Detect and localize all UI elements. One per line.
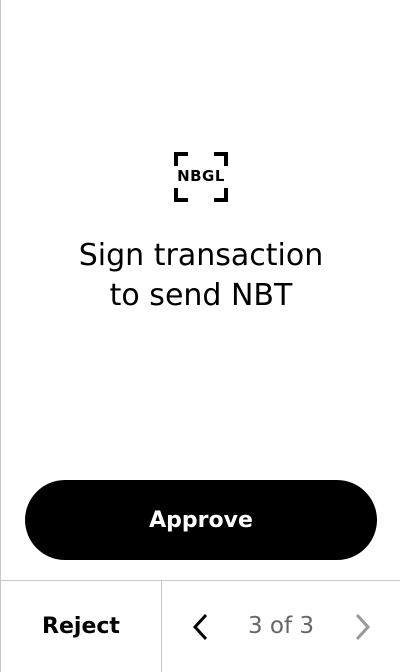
review-screen: NBGL Sign transaction to send NBT Approv… xyxy=(0,0,400,672)
page-indicator: 3 of 3 xyxy=(247,613,315,639)
reject-button[interactable]: Reject xyxy=(1,581,161,672)
review-title-line-2: to send NBT xyxy=(109,278,293,313)
review-title-line-1: Sign transaction xyxy=(78,238,324,273)
previous-page-button[interactable] xyxy=(181,603,221,651)
approve-button[interactable]: Approve xyxy=(25,480,377,560)
footer-divider xyxy=(161,581,162,672)
review-title: Sign transaction to send NBT xyxy=(1,236,400,316)
next-page-button[interactable] xyxy=(342,603,382,651)
chevron-left-icon xyxy=(192,613,208,641)
nbgl-logo: NBGL xyxy=(174,152,228,202)
footer-bar: Reject 3 of 3 xyxy=(1,580,400,672)
chevron-right-icon xyxy=(355,613,371,641)
logo-text: NBGL xyxy=(177,167,225,185)
